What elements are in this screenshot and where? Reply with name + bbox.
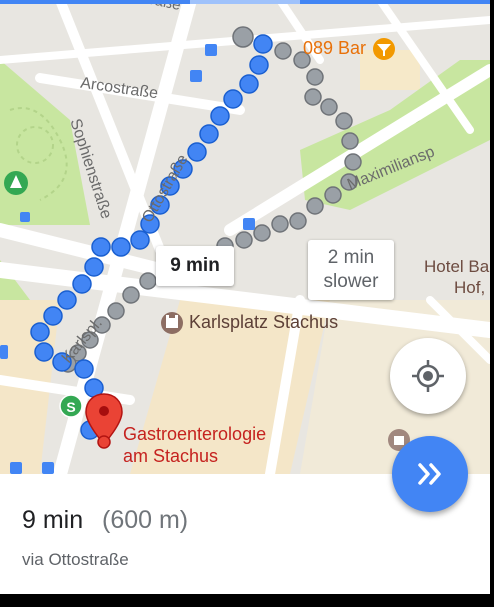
svg-text:S: S [66,399,75,415]
alternative-route-slower: slower [323,271,379,292]
my-location-icon [412,360,444,392]
route-via: via Ottostraße [22,550,129,569]
destination-label-line1[interactable]: Gastroenterologie [123,424,266,445]
map-screen: S raße Arcostraße Sophienstraße Ottostra… [0,0,490,594]
route-time: 9 min [22,506,84,534]
route-distance: (600 m) [102,506,189,534]
alternative-route-delta: 2 min [327,247,375,268]
poi-label-karlsplatz[interactable]: Karlsplatz Stachus [189,312,338,333]
poi-label-bar[interactable]: 089 Bar [303,38,366,59]
start-navigation-button[interactable] [392,436,468,512]
landmark-icon [161,312,183,334]
top-progress-strip-highlight [190,0,300,4]
double-chevron-right-icon [418,463,441,485]
poi-label-hotel-line1[interactable]: Hotel Ba [424,257,489,277]
bar-icon [373,38,395,60]
s-bahn-icon: S [59,394,83,418]
my-location-button[interactable] [390,338,466,414]
alternative-route-callout[interactable]: 2 min slower [308,240,394,300]
poi-label-hotel-line2[interactable]: Hof, [454,278,485,298]
park-icon [4,171,28,195]
route-duration-callout[interactable]: 9 min [156,246,234,286]
destination-label-line2[interactable]: am Stachus [123,446,218,467]
map-canvas[interactable]: S raße Arcostraße Sophienstraße Ottostra… [0,0,490,474]
